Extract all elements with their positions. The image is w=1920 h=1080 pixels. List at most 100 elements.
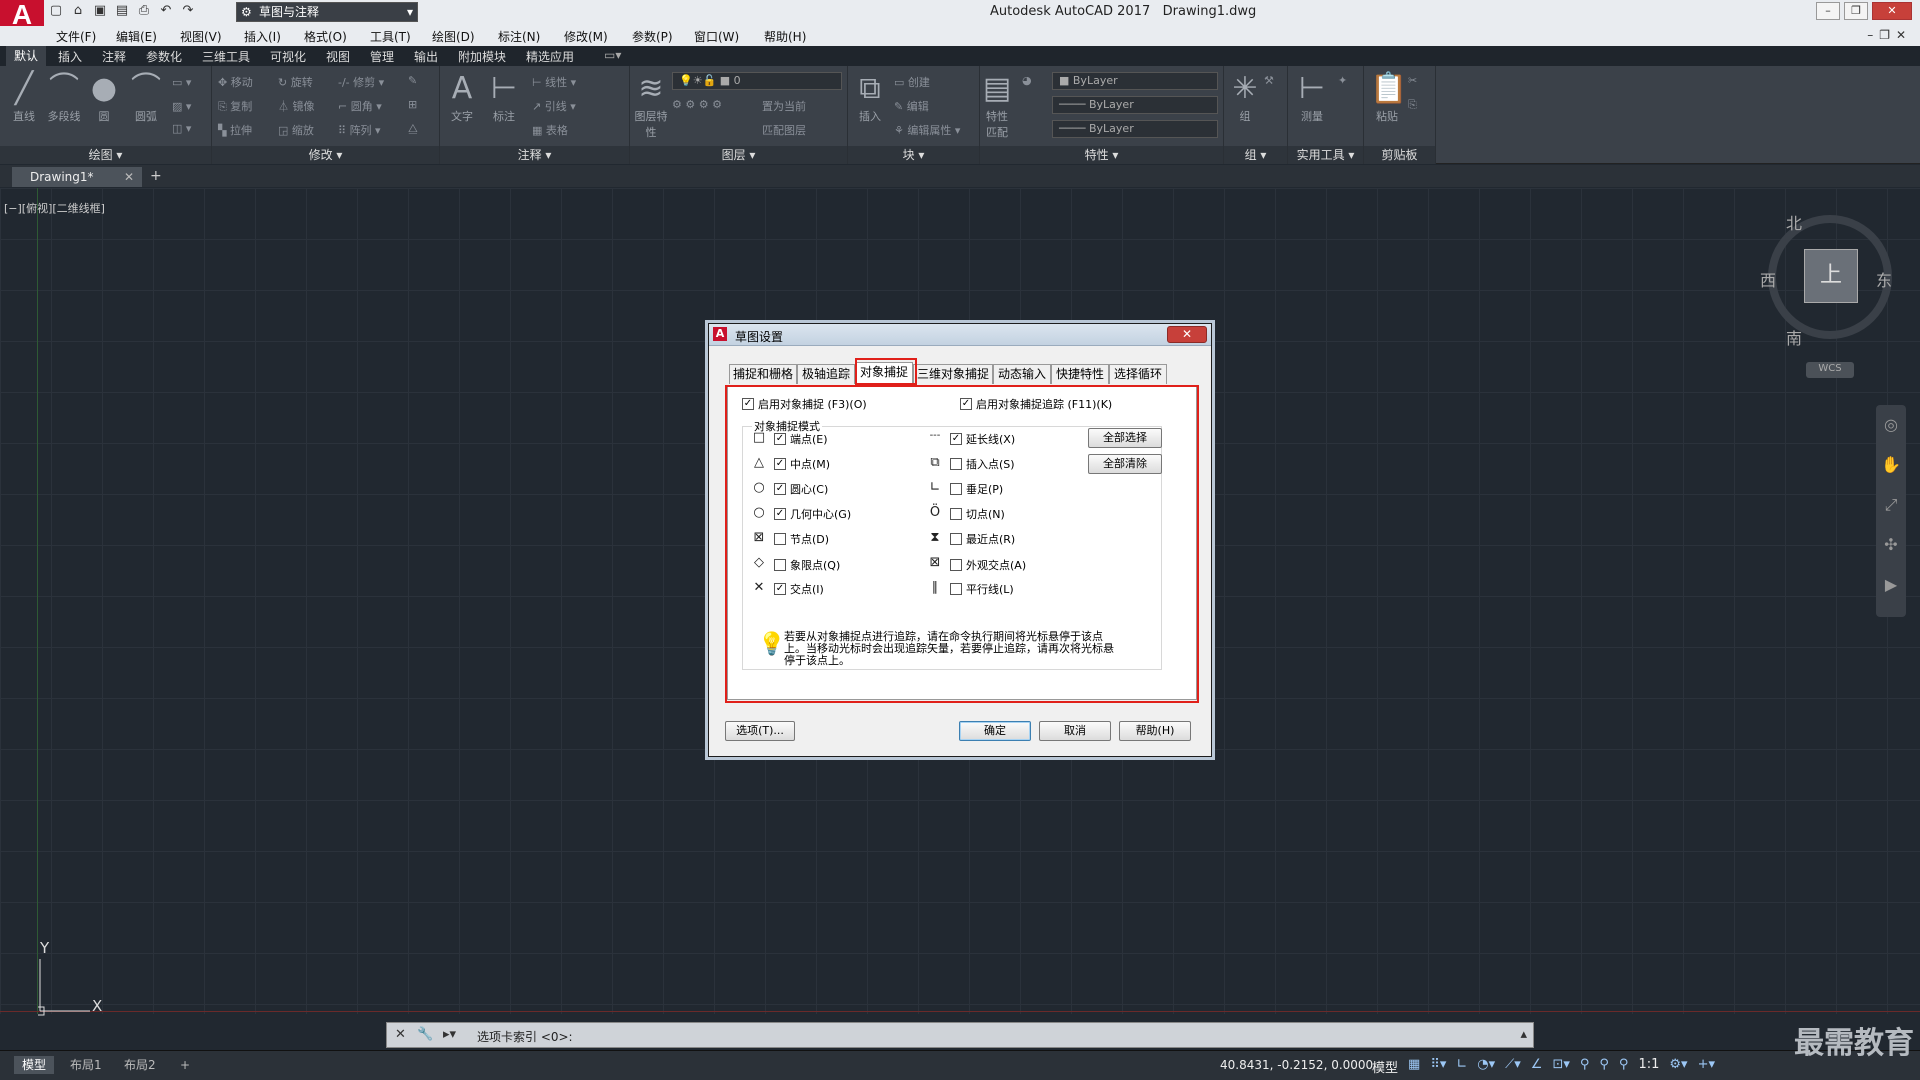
- menu-item-insert[interactable]: 插入(I): [244, 28, 281, 45]
- panel-title-draw[interactable]: 绘图 ▾: [0, 146, 211, 164]
- layout-tab-layout1[interactable]: 布局1: [62, 1056, 110, 1074]
- panel-title-utilities[interactable]: 实用工具 ▾: [1288, 146, 1363, 164]
- print-icon[interactable]: ⎙: [136, 3, 152, 19]
- text-button[interactable]: A 文字: [442, 70, 482, 124]
- showmotion-icon[interactable]: ▶: [1876, 565, 1906, 605]
- region-icon[interactable]: ◫ ▾: [172, 122, 191, 135]
- save-as-icon[interactable]: ▤: [114, 3, 130, 19]
- copy-button[interactable]: ⎘ 复制: [218, 98, 252, 114]
- edit-block-button[interactable]: ✎ 编辑: [894, 98, 929, 114]
- ribbon-tab-addins[interactable]: 附加模块: [458, 48, 506, 65]
- command-line[interactable]: ✕ 🔧 ▸▾ 选项卡索引 <0>: ▴: [386, 1022, 1534, 1048]
- edit-attributes-button[interactable]: ⚘ 编辑属性 ▾: [894, 122, 960, 138]
- ungroup-icon[interactable]: ⚒: [1264, 74, 1274, 87]
- array-button[interactable]: ⠿ 阵列 ▾: [338, 122, 381, 138]
- copy-clip-icon[interactable]: ⎘: [1408, 98, 1417, 112]
- table-button[interactable]: ▦ 表格: [532, 122, 568, 138]
- command-prompt-icon[interactable]: ▸▾: [443, 1027, 456, 1042]
- dialog-title-bar[interactable]: A 草图设置 ✕: [709, 324, 1211, 346]
- orbit-icon[interactable]: ✣: [1876, 525, 1906, 565]
- camera-icon[interactable]: ▭▾: [604, 48, 621, 62]
- ribbon-tab-view[interactable]: 视图: [326, 48, 350, 65]
- dimension-button[interactable]: ⊢ 标注: [484, 70, 524, 124]
- fillet-button[interactable]: ⌐ 圆角 ▾: [338, 98, 382, 114]
- minimize-icon[interactable]: –: [1816, 2, 1840, 20]
- lineweight-dropdown[interactable]: ──── ByLayer: [1052, 120, 1218, 138]
- erase-icon[interactable]: ✎: [408, 74, 417, 87]
- panel-title-modify[interactable]: 修改 ▾: [212, 146, 439, 164]
- layer-dropdown[interactable]: 💡☀🔓 ■ 0: [672, 72, 842, 90]
- menu-item-edit[interactable]: 编辑(E): [116, 28, 157, 45]
- panel-title-group[interactable]: 组 ▾: [1224, 146, 1287, 164]
- group-button[interactable]: ✳ 组: [1230, 70, 1260, 124]
- help-button[interactable]: 帮助(H): [1119, 721, 1191, 741]
- workspace-switch-icon[interactable]: ⚙▾: [1669, 1057, 1687, 1076]
- undo-icon[interactable]: ↶: [158, 3, 174, 19]
- layer-tools-icon[interactable]: ⚙ ⚙ ⚙ ⚙: [672, 98, 722, 111]
- menu-item-parametric[interactable]: 参数(P): [632, 28, 673, 45]
- doc-tab-drawing1[interactable]: Drawing1* ✕: [12, 167, 142, 187]
- new-tab-button[interactable]: +: [150, 168, 162, 184]
- wcs-menu[interactable]: WCS: [1806, 362, 1854, 378]
- arc-button[interactable]: ⌒ 圆弧: [126, 70, 166, 124]
- move-button[interactable]: ✥ 移动: [218, 74, 253, 90]
- zoom-icon[interactable]: ⤢: [1876, 485, 1906, 525]
- menu-item-dimension[interactable]: 标注(N): [498, 28, 540, 45]
- viewport-controls[interactable]: [−][俯视][二维线框]: [4, 200, 105, 216]
- create-block-button[interactable]: ▭ 创建: [894, 74, 930, 90]
- save-icon[interactable]: ▣: [92, 3, 108, 19]
- ribbon-tab-parametric[interactable]: 参数化: [146, 48, 182, 65]
- ribbon-tab-3d-tools[interactable]: 三维工具: [202, 48, 250, 65]
- panel-title-block[interactable]: 块 ▾: [848, 146, 979, 164]
- point-icon[interactable]: ✦: [1338, 74, 1347, 87]
- add-layout-button[interactable]: +: [172, 1056, 198, 1074]
- menu-item-help[interactable]: 帮助(H): [764, 28, 806, 45]
- match-properties-button[interactable]: ▤ 特性匹配: [982, 70, 1012, 140]
- new-file-icon[interactable]: ▢: [48, 3, 64, 19]
- viewcube-south[interactable]: 南: [1786, 325, 1802, 349]
- coordinates-readout[interactable]: 40.8431, -0.2152, 0.0000: [1220, 1058, 1373, 1072]
- snap-icon[interactable]: ⠿▾: [1430, 1057, 1446, 1076]
- tab-selection-cycling[interactable]: 选择循环: [1109, 364, 1167, 384]
- annotation-visibility-icon[interactable]: ⚲: [1580, 1057, 1590, 1076]
- command-history-icon[interactable]: ▴: [1520, 1027, 1527, 1042]
- linear-button[interactable]: ⊢ 线性 ▾: [532, 74, 576, 90]
- open-file-icon[interactable]: ⌂: [70, 3, 86, 19]
- offset-icon[interactable]: ⧋: [408, 122, 418, 136]
- ribbon-tab-annotate[interactable]: 注释: [102, 48, 126, 65]
- plus-icon[interactable]: +▾: [1698, 1057, 1715, 1076]
- ribbon-tab-featured-apps[interactable]: 精选应用: [526, 48, 574, 65]
- scale-readout[interactable]: 1:1: [1638, 1057, 1659, 1076]
- tab-snap-grid[interactable]: 捕捉和栅格: [729, 364, 797, 384]
- menu-item-tools[interactable]: 工具(T): [370, 28, 411, 45]
- model-space-toggle[interactable]: 模型: [1372, 1057, 1398, 1076]
- ortho-icon[interactable]: ∟: [1456, 1057, 1467, 1076]
- annotation-scale-icon[interactable]: ⚲: [1619, 1057, 1629, 1076]
- menu-item-view[interactable]: 视图(V): [180, 28, 222, 45]
- insert-block-button[interactable]: ⧉ 插入: [852, 70, 888, 124]
- close-command-line-icon[interactable]: ✕: [395, 1027, 406, 1042]
- line-button[interactable]: ╱ 直线: [4, 70, 44, 124]
- panel-title-annotation[interactable]: 注释 ▾: [440, 146, 629, 164]
- color-dropdown[interactable]: ■ ByLayer: [1052, 72, 1218, 90]
- tab-3d-object-snap[interactable]: 三维对象捕捉: [913, 364, 993, 384]
- stretch-button[interactable]: ▚ 拉伸: [218, 122, 252, 138]
- linetype-dropdown[interactable]: ──── ByLayer: [1052, 96, 1218, 114]
- autoscale-icon[interactable]: ⚲: [1599, 1057, 1609, 1076]
- isodraft-icon[interactable]: ⟋▾: [1505, 1057, 1521, 1076]
- mirror-button[interactable]: ⏃ 镜像: [278, 98, 315, 114]
- viewcube-north[interactable]: 北: [1786, 210, 1802, 234]
- set-current-button[interactable]: 置为当前: [762, 98, 806, 114]
- viewcube-top-face[interactable]: 上: [1804, 249, 1858, 303]
- measure-button[interactable]: ⊢ 测量: [1292, 70, 1332, 124]
- maximize-icon[interactable]: ❐: [1844, 2, 1868, 20]
- viewcube-west[interactable]: 西: [1760, 267, 1776, 291]
- osnap-tracking-icon[interactable]: ∠: [1531, 1057, 1543, 1076]
- dialog-close-button[interactable]: ✕: [1167, 326, 1207, 343]
- explode-icon[interactable]: ⊞: [408, 98, 417, 111]
- ribbon-tab-insert[interactable]: 插入: [58, 48, 82, 65]
- tab-dynamic-input[interactable]: 动态输入: [993, 364, 1051, 384]
- cut-icon[interactable]: ✂: [1408, 74, 1417, 87]
- workspace-dropdown[interactable]: ⚙ 草图与注释 ▾: [236, 2, 418, 22]
- rotate-button[interactable]: ↻ 旋转: [278, 74, 313, 90]
